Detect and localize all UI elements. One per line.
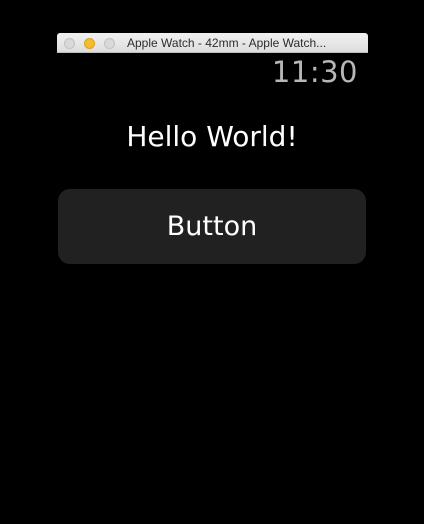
- minimize-icon[interactable]: [84, 37, 95, 49]
- watch-time: 11:30: [271, 55, 358, 89]
- close-icon[interactable]: [64, 37, 75, 49]
- simulator-screen: Apple Watch - 42mm - Apple Watch... 11:3…: [0, 0, 424, 524]
- window-titlebar[interactable]: Apple Watch - 42mm - Apple Watch...: [57, 33, 368, 53]
- watch-button-label: Button: [166, 211, 258, 242]
- watch-button[interactable]: Button: [58, 189, 366, 264]
- window-title: Apple Watch - 42mm - Apple Watch...: [127, 36, 327, 50]
- hello-label: Hello World!: [126, 120, 298, 153]
- window-controls: [64, 37, 124, 49]
- zoom-icon[interactable]: [104, 37, 115, 49]
